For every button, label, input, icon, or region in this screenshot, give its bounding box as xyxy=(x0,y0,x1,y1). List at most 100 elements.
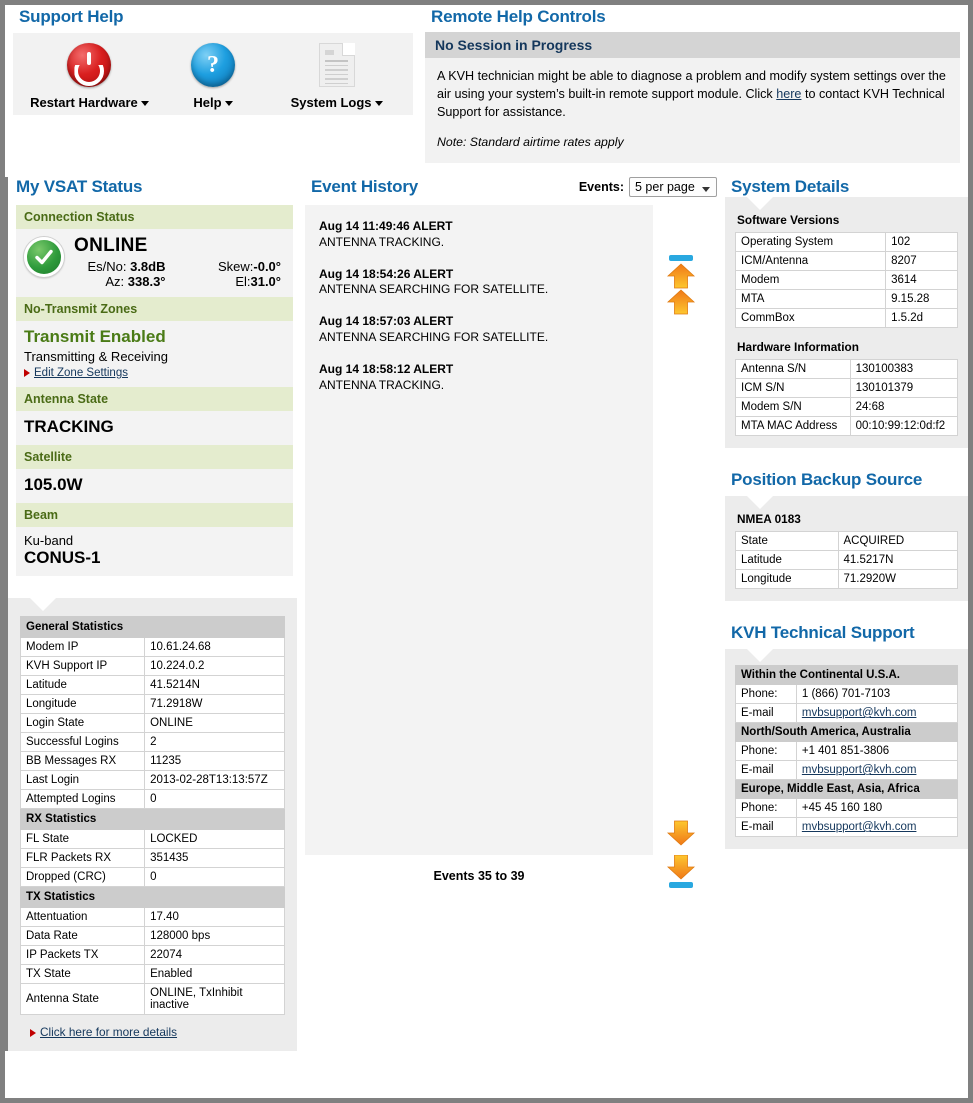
system-details-panel: Software Versions Operating System 102 IC… xyxy=(725,197,968,448)
table-row: ICM S/N 130101379 xyxy=(735,378,959,398)
position-backup-source-title: Position Backup Source xyxy=(731,470,923,489)
tx-statistics-header-spacer xyxy=(144,886,285,908)
remote-help-title: Remote Help Controls xyxy=(431,7,606,26)
last-page-arrow-icon[interactable] xyxy=(665,855,697,889)
events-per-page-select[interactable]: 5 per page xyxy=(629,177,717,197)
right-column: System Details Software Versions Operati… xyxy=(725,177,968,849)
general-statistics-table: General Statistics Modem IP 10.61.24.68 K… xyxy=(19,616,285,1015)
table-row: Modem 3614 xyxy=(734,270,958,290)
support-email-link[interactable]: mvbsupport@kvh.com xyxy=(802,821,917,833)
software-versions-header: Software Versions xyxy=(737,213,840,227)
vsat-status-title: My VSAT Status xyxy=(16,177,143,196)
esno-value: 3.8dB xyxy=(130,259,166,274)
first-page-arrow-icon[interactable] xyxy=(665,255,697,289)
antenna-state-value: TRACKING xyxy=(24,417,114,436)
event-history-title: Event History xyxy=(311,177,418,196)
table-row: MTA 9.15.28 xyxy=(734,289,958,309)
nmea-header: NMEA 0183 xyxy=(737,512,801,526)
rx-statistics-header: RX Statistics xyxy=(20,808,285,830)
table-row: Phone: +1 401 851-3806 xyxy=(735,741,959,761)
system-details-title: System Details xyxy=(731,177,850,196)
remote-help-body: A KVH technician might be able to diagno… xyxy=(425,58,960,164)
restart-hardware-button[interactable]: Restart Hardware xyxy=(13,41,166,110)
system-logs-button[interactable]: System Logs xyxy=(260,41,413,110)
table-row: CommBox 1.5.2d xyxy=(734,308,958,328)
esno-label: Es/No: xyxy=(87,259,127,274)
panel-notch-icon xyxy=(747,649,773,662)
table-row: MTA MAC Address 00:10:99:12:0d:f2 xyxy=(735,416,959,436)
position-backup-table: State ACQUIRED Latitude 41.5217N Longitude… xyxy=(735,531,959,589)
az-value: 338.3° xyxy=(127,274,166,289)
events-per-page-value: 5 per page xyxy=(635,180,695,194)
support-email-link[interactable]: mvbsupport@kvh.com xyxy=(802,764,917,776)
table-row: Login State ONLINE xyxy=(19,713,285,733)
beam-body: Ku-band CONUS-1 xyxy=(16,527,293,576)
region-header: Within the Continental U.S.A. xyxy=(735,665,958,685)
table-row: State ACQUIRED xyxy=(735,531,959,551)
tech-support-title: KVH Technical Support xyxy=(731,623,915,642)
more-details-link[interactable]: Click here for more details xyxy=(40,1025,177,1039)
table-row: Latitude 41.5214N xyxy=(19,675,285,695)
region-header: Europe, Middle East, Asia, Africa xyxy=(735,779,958,799)
table-row: IP Packets TX 22074 xyxy=(19,945,285,965)
el-value: 31.0° xyxy=(250,274,281,289)
transmit-state-value: Transmit Enabled xyxy=(24,327,166,346)
previous-page-arrow-icon[interactable] xyxy=(665,288,697,316)
restart-hardware-label: Restart Hardware xyxy=(30,95,138,110)
event-time: Aug 14 18:57:03 ALERT xyxy=(319,314,454,329)
table-row: KVH Support IP 10.224.0.2 xyxy=(19,656,285,676)
edit-zone-settings-link[interactable]: Edit Zone Settings xyxy=(34,367,128,379)
remote-help-panel: Remote Help Controls No Session in Progr… xyxy=(425,7,960,164)
left-column: My VSAT Status Connection Status ONLINE … xyxy=(5,177,297,1051)
event-history-column: Event History Events: 5 per page Aug 14 … xyxy=(305,177,717,888)
remote-help-here-link[interactable]: here xyxy=(776,87,801,101)
event-message: ANTENNA SEARCHING FOR SATELLITE. xyxy=(319,282,549,297)
chevron-down-icon xyxy=(374,101,383,107)
status-ok-check-icon xyxy=(24,237,64,277)
connection-state-value: ONLINE xyxy=(74,235,148,256)
tech-support-table: Within the Continental U.S.A. Phone: 1 (8… xyxy=(735,665,959,837)
connection-status-body: ONLINE Es/No: 3.8dB Az: 338.3° Skew:-0.0… xyxy=(16,229,293,297)
remote-help-note: Note: Standard airtime rates apply xyxy=(437,134,624,149)
satellite-header: Satellite xyxy=(16,445,293,469)
support-email-link[interactable]: mvbsupport@kvh.com xyxy=(802,707,917,719)
beam-header: Beam xyxy=(16,503,293,527)
next-page-arrow-icon[interactable] xyxy=(665,819,697,847)
no-transmit-zones-header: No-Transmit Zones xyxy=(16,297,293,321)
event-message: ANTENNA TRACKING. xyxy=(319,234,445,249)
question-mark-icon: ? xyxy=(191,43,235,87)
skew-value: -0.0° xyxy=(253,259,281,274)
statistics-panel: General Statistics Modem IP 10.61.24.68 K… xyxy=(8,598,297,1051)
table-row: Modem S/N 24:68 xyxy=(735,397,959,417)
beam-band-value: Ku-band xyxy=(24,533,74,548)
vsat-status-panel: Connection Status ONLINE Es/No: 3.8dB Az… xyxy=(16,205,293,576)
hardware-information-header: Hardware Information xyxy=(737,340,859,354)
event-pagination-nav xyxy=(653,205,709,888)
table-row: Dropped (CRC) 0 xyxy=(19,867,285,887)
chevron-down-icon xyxy=(224,101,233,107)
table-row: FLR Packets RX 351435 xyxy=(19,848,285,868)
panel-notch-icon xyxy=(747,197,773,210)
support-help-panel: Support Help Restart Hardware ? Help Sys… xyxy=(13,7,413,115)
event-range-footer: Events 35 to 39 xyxy=(433,869,525,883)
events-per-page-label: Events: xyxy=(578,180,624,194)
no-transmit-zones-body: Transmit Enabled Transmitting & Receivin… xyxy=(16,321,293,387)
help-button[interactable]: ? Help xyxy=(166,41,260,110)
general-statistics-header: General Statistics xyxy=(20,616,285,638)
table-row: Phone: +45 45 160 180 xyxy=(735,798,959,818)
event-time: Aug 14 11:49:46 ALERT xyxy=(319,219,453,233)
bullet-triangle-icon xyxy=(24,368,30,377)
top-row: Support Help Restart Hardware ? Help Sys… xyxy=(5,5,968,164)
table-row: E-mail mvbsupport@kvh.com xyxy=(735,703,959,723)
satellite-value: 105.0W xyxy=(24,475,83,494)
el-label: El: xyxy=(235,274,251,289)
event-time: Aug 14 18:54:26 ALERT xyxy=(319,266,454,281)
bullet-triangle-icon xyxy=(30,1028,36,1037)
table-row: Antenna State ONLINE, TxInhibit inactive xyxy=(19,983,285,1015)
list-item: Aug 14 18:54:26 ALERT ANTENNA SEARCHING … xyxy=(319,267,639,299)
remote-help-status-header: No Session in Progress xyxy=(425,32,960,58)
table-row: Attempted Logins 0 xyxy=(19,789,285,809)
event-message: ANTENNA TRACKING. xyxy=(319,377,445,392)
panel-notch-icon xyxy=(747,496,773,509)
hardware-information-table: Antenna S/N 130100383 ICM S/N 130101379 Mo… xyxy=(735,359,959,436)
